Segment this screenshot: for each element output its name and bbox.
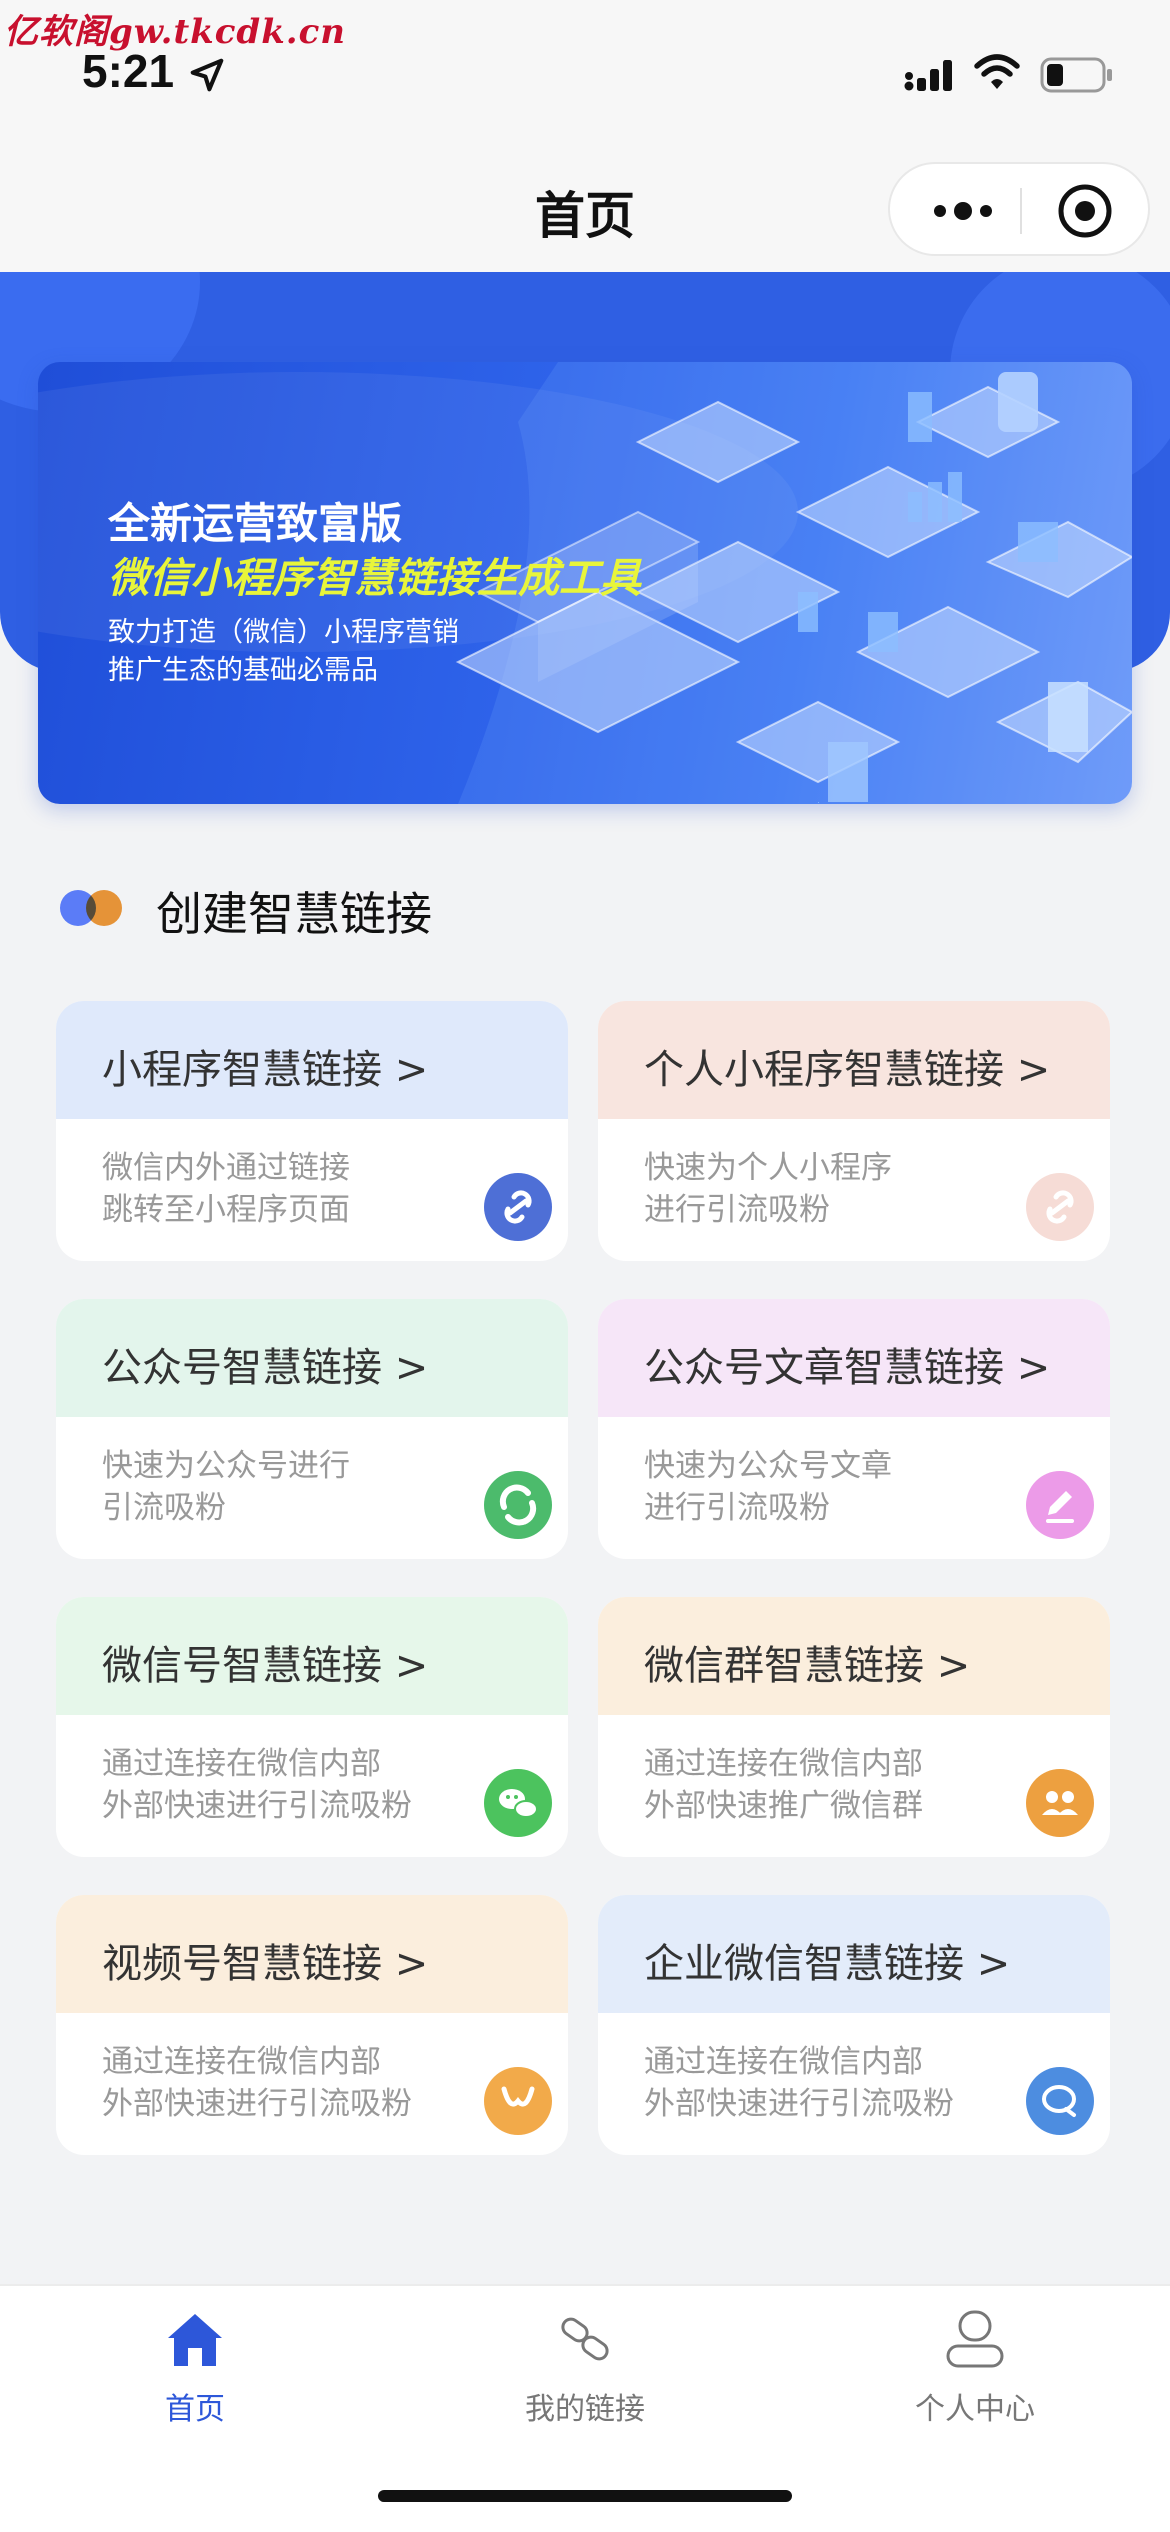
link-icon [561,2317,609,2361]
cellular-signal-icon [904,60,952,91]
banner-description-line2: 推广生态的基础必需品 [108,655,378,686]
card-wechat-group-link[interactable]: 微信群智慧链接 > 通过连接在微信内部 外部快速推广微信群 [598,1597,1110,1857]
card-description: 快速为公众号进行 引流吸粉 [102,1448,350,1526]
capsule-divider [1020,188,1022,234]
card-official-account-link[interactable]: 公众号智慧链接 > 快速为公众号进行 引流吸粉 [56,1299,568,1559]
tab-label: 首页 [165,2392,225,2427]
tab-home[interactable]: 首页 [0,2286,390,2466]
card-description: 快速为个人小程序 进行引流吸粉 [644,1150,892,1228]
group-icon [1026,1769,1094,1837]
mini-program-capsule [888,162,1150,256]
watermark-text: 亿软阁gw.tkcdk.cn [4,12,347,52]
section-dot-orange [86,890,122,926]
home-indicator [378,2490,792,2502]
card-title: 公众号文章智慧链接 > [644,1345,1051,1391]
promo-banner[interactable]: 全新运营致富版 微信小程序智慧链接生成工具 致力打造（微信）小程序营销 推广生态… [38,362,1132,804]
card-article-link[interactable]: 公众号文章智慧链接 > 快速为公众号文章 进行引流吸粉 [598,1299,1110,1559]
banner-description-line1: 致力打造（微信）小程序营销 [108,617,459,648]
tab-profile[interactable]: 个人中心 [780,2286,1170,2466]
link-icon [484,1173,552,1241]
card-wechat-id-link[interactable]: 微信号智慧链接 > 通过连接在微信内部 外部快速进行引流吸粉 [56,1597,568,1857]
tab-label: 个人中心 [915,2392,1035,2427]
card-description: 微信内外通过链接 跳转至小程序页面 [102,1150,350,1228]
card-title: 微信号智慧链接 > [102,1643,429,1689]
card-description: 通过连接在微信内部 外部快速推广微信群 [644,1746,923,1824]
tab-label: 我的链接 [525,2392,645,2427]
banner-subtitle: 微信小程序智慧链接生成工具 [108,554,641,602]
card-description: 通过连接在微信内部 外部快速进行引流吸粉 [102,2044,412,2122]
card-title: 小程序智慧链接 > [102,1047,429,1093]
banner-title: 全新运营致富版 [108,499,403,548]
card-description: 通过连接在微信内部 外部快速进行引流吸粉 [644,2044,954,2122]
work-wechat-icon [1026,2067,1094,2135]
card-title: 企业微信智慧链接 > [644,1941,1011,1987]
card-title: 视频号智慧链接 > [102,1941,429,1987]
more-options-icon[interactable] [928,190,998,232]
wechat-icon [484,1769,552,1837]
close-mini-program-icon[interactable] [1056,182,1114,240]
user-icon [946,2310,1004,2368]
card-channels-link[interactable]: 视频号智慧链接 > 通过连接在微信内部 外部快速进行引流吸粉 [56,1895,568,2155]
card-description: 通过连接在微信内部 外部快速进行引流吸粉 [102,1746,412,1824]
link-icon [1026,1173,1094,1241]
card-title: 个人小程序智慧链接 > [644,1047,1051,1093]
card-title: 微信群智慧链接 > [644,1643,971,1689]
home-icon [168,2314,222,2366]
card-title: 公众号智慧链接 > [102,1345,429,1391]
card-miniprogram-link[interactable]: 小程序智慧链接 > 微信内外通过链接 跳转至小程序页面 [56,1001,568,1261]
navigation-bar: 首页 [0,140,1170,272]
wifi-icon [974,54,1020,89]
battery-icon [1040,57,1112,93]
location-arrow-icon [190,58,224,92]
section-title: 创建智慧链接 [156,887,432,941]
card-personal-miniprogram-link[interactable]: 个人小程序智慧链接 > 快速为个人小程序 进行引流吸粉 [598,1001,1110,1261]
official-account-icon [484,1471,552,1539]
card-description: 快速为公众号文章 进行引流吸粉 [644,1448,892,1526]
channels-icon [484,2067,552,2135]
card-work-wechat-link[interactable]: 企业微信智慧链接 > 通过连接在微信内部 外部快速进行引流吸粉 [598,1895,1110,2155]
tab-my-links[interactable]: 我的链接 [390,2286,780,2466]
edit-icon [1026,1471,1094,1539]
